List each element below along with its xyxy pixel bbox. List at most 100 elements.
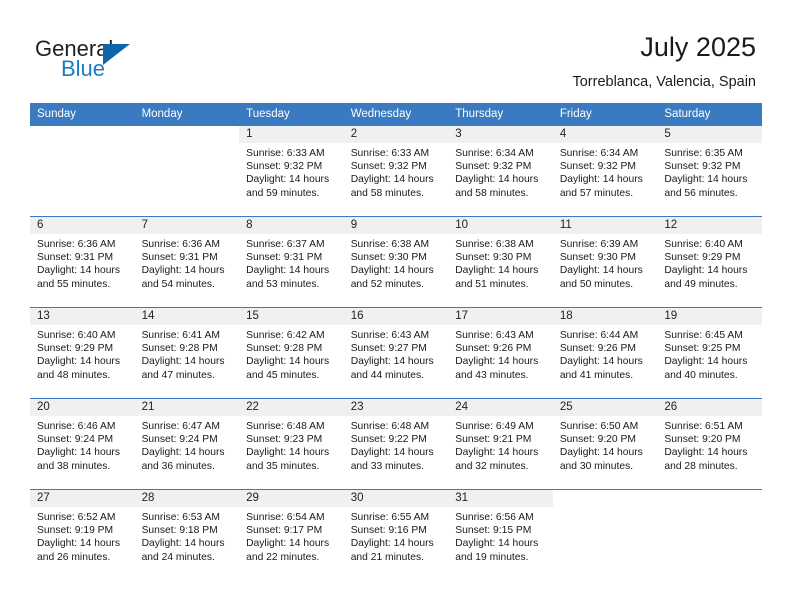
calendar-day-cell[interactable]: 4 Sunrise: 6:34 AM Sunset: 9:32 PM Daylight… — [552, 126, 658, 217]
day-cell-inner: 1 Sunrise: 6:33 AM Sunset: 9:32 PM Daylight… — [239, 126, 344, 216]
calendar-day-cell[interactable]: 6 Sunrise: 6:36 AM Sunset: 9:31 PM Daylight… — [30, 217, 135, 308]
weekday-header-friday: Friday — [552, 103, 658, 126]
sunrise-text: Sunrise: 6:38 AM — [455, 239, 534, 250]
calendar-week-row: 1 Sunrise: 6:33 AM Sunset: 9:32 PM Daylight… — [30, 126, 762, 217]
daylight-text: Daylight: 14 hours and 58 minutes. — [455, 174, 539, 199]
sunset-text: Sunset: 9:16 PM — [350, 525, 427, 537]
day-number — [135, 126, 240, 143]
calendar-day-cell[interactable]: 26 Sunrise: 6:51 AM Sunset: 9:20 PM Dayligh… — [657, 399, 762, 490]
day-details: Sunrise: 6:39 AM Sunset: 9:30 PM Daylight:… — [553, 234, 658, 291]
calendar-day-cell[interactable]: 13 Sunrise: 6:40 AM Sunset: 9:29 PM Dayligh… — [30, 308, 135, 399]
day-number: 14 — [134, 308, 240, 325]
daylight-text: Daylight: 14 hours and 49 minutes. — [664, 265, 748, 290]
calendar-day-cell[interactable]: 17 Sunrise: 6:43 AM Sunset: 9:26 PM Dayligh… — [448, 308, 553, 399]
sunset-text: Sunset: 9:20 PM — [664, 434, 741, 446]
calendar-day-cell[interactable]: 21 Sunrise: 6:47 AM Sunset: 9:24 PM Dayligh… — [134, 399, 240, 490]
sunrise-text: Sunrise: 6:40 AM — [37, 330, 116, 341]
calendar-day-cell[interactable]: 16 Sunrise: 6:43 AM Sunset: 9:27 PM Dayligh… — [343, 308, 449, 399]
calendar-day-cell[interactable]: 1 Sunrise: 6:33 AM Sunset: 9:32 PM Daylight… — [239, 126, 344, 217]
sunset-text: Sunset: 9:20 PM — [559, 434, 636, 446]
day-cell-inner: 5 Sunrise: 6:35 AM Sunset: 9:32 PM Daylight… — [657, 126, 762, 216]
sunrise-text: Sunrise: 6:48 AM — [350, 421, 430, 432]
day-details: Sunrise: 6:45 AM Sunset: 9:25 PM Daylight:… — [657, 325, 762, 382]
page-title: July 2025 — [640, 32, 756, 62]
calendar-day-cell[interactable]: 2 Sunrise: 6:33 AM Sunset: 9:32 PM Daylight… — [343, 126, 449, 217]
calendar-day-cell[interactable]: 8 Sunrise: 6:37 AM Sunset: 9:31 PM Daylight… — [239, 217, 344, 308]
calendar-day-cell[interactable]: 19 Sunrise: 6:45 AM Sunset: 9:25 PM Dayligh… — [657, 308, 762, 399]
day-cell-inner: 17 Sunrise: 6:43 AM Sunset: 9:26 PM Dayligh… — [448, 308, 553, 398]
sunset-text: Sunset: 9:24 PM — [141, 434, 218, 446]
day-cell-inner: 31 Sunrise: 6:56 AM Sunset: 9:15 PM Dayligh… — [448, 490, 553, 580]
sunrise-text: Sunrise: 6:37 AM — [246, 239, 325, 250]
sunset-text: Sunset: 9:26 PM — [559, 343, 636, 355]
calendar-day-cell[interactable]: 5 Sunrise: 6:35 AM Sunset: 9:32 PM Daylight… — [657, 126, 762, 217]
calendar-table: Sunday Monday Tuesday Wednesday Thursday… — [30, 103, 762, 580]
calendar-day-cell[interactable]: 11 Sunrise: 6:39 AM Sunset: 9:30 PM Dayligh… — [552, 217, 658, 308]
calendar-day-cell[interactable]: 7 Sunrise: 6:36 AM Sunset: 9:31 PM Daylight… — [134, 217, 240, 308]
day-number: 17 — [448, 308, 553, 325]
calendar-day-cell[interactable]: 14 Sunrise: 6:41 AM Sunset: 9:28 PM Dayligh… — [134, 308, 240, 399]
general-blue-logo[interactable]: General Blue — [35, 36, 165, 86]
sunrise-text: Sunrise: 6:44 AM — [559, 330, 639, 341]
day-number: 15 — [239, 308, 344, 325]
calendar-cell-empty — [657, 490, 762, 581]
day-cell-inner: 30 Sunrise: 6:55 AM Sunset: 9:16 PM Dayligh… — [343, 490, 449, 580]
sunset-text: Sunset: 9:21 PM — [455, 434, 532, 446]
day-cell-inner: 9 Sunrise: 6:38 AM Sunset: 9:30 PM Daylight… — [343, 217, 449, 307]
day-number: 30 — [343, 490, 449, 507]
day-cell-inner: 18 Sunrise: 6:44 AM Sunset: 9:26 PM Dayligh… — [552, 308, 658, 398]
day-cell-inner: 27 Sunrise: 6:52 AM Sunset: 9:19 PM Dayligh… — [30, 490, 135, 580]
day-cell-inner: 11 Sunrise: 6:39 AM Sunset: 9:30 PM Dayligh… — [552, 217, 658, 307]
day-details: Sunrise: 6:34 AM Sunset: 9:32 PM Daylight:… — [448, 143, 553, 200]
calendar-day-cell[interactable]: 27 Sunrise: 6:52 AM Sunset: 9:19 PM Dayligh… — [30, 490, 135, 581]
day-number: 13 — [30, 308, 135, 325]
calendar-day-cell[interactable]: 20 Sunrise: 6:46 AM Sunset: 9:24 PM Dayligh… — [30, 399, 135, 490]
day-number: 20 — [30, 399, 135, 416]
weekday-header-saturday: Saturday — [657, 103, 762, 126]
daylight-text: Daylight: 14 hours and 59 minutes. — [246, 174, 330, 199]
sunset-text: Sunset: 9:32 PM — [455, 161, 532, 173]
calendar-day-cell[interactable]: 30 Sunrise: 6:55 AM Sunset: 9:16 PM Dayligh… — [343, 490, 449, 581]
calendar-day-cell[interactable]: 12 Sunrise: 6:40 AM Sunset: 9:29 PM Dayligh… — [657, 217, 762, 308]
weekday-header-thursday: Thursday — [448, 103, 553, 126]
daylight-text: Daylight: 14 hours and 26 minutes. — [37, 538, 120, 563]
calendar-day-cell[interactable]: 3 Sunrise: 6:34 AM Sunset: 9:32 PM Daylight… — [448, 126, 553, 217]
calendar-day-cell[interactable]: 31 Sunrise: 6:56 AM Sunset: 9:15 PM Dayligh… — [448, 490, 553, 581]
daylight-text: Daylight: 14 hours and 36 minutes. — [141, 447, 225, 472]
calendar-day-cell[interactable]: 25 Sunrise: 6:50 AM Sunset: 9:20 PM Dayligh… — [552, 399, 658, 490]
calendar-day-cell[interactable]: 10 Sunrise: 6:38 AM Sunset: 9:30 PM Dayligh… — [448, 217, 553, 308]
calendar-day-cell[interactable]: 9 Sunrise: 6:38 AM Sunset: 9:30 PM Daylight… — [343, 217, 449, 308]
sunset-text: Sunset: 9:22 PM — [350, 434, 427, 446]
day-cell-inner: 29 Sunrise: 6:54 AM Sunset: 9:17 PM Dayligh… — [239, 490, 344, 580]
sunset-text: Sunset: 9:15 PM — [455, 525, 532, 537]
calendar-day-cell[interactable]: 29 Sunrise: 6:54 AM Sunset: 9:17 PM Dayligh… — [239, 490, 344, 581]
sunrise-text: Sunrise: 6:39 AM — [559, 239, 639, 250]
weekday-header-sunday: Sunday — [30, 103, 135, 126]
daylight-text: Daylight: 14 hours and 58 minutes. — [350, 174, 434, 199]
sunset-text: Sunset: 9:24 PM — [37, 434, 114, 446]
sunrise-text: Sunrise: 6:42 AM — [246, 330, 325, 341]
calendar-day-cell[interactable]: 22 Sunrise: 6:48 AM Sunset: 9:23 PM Dayligh… — [239, 399, 344, 490]
sunset-text: Sunset: 9:28 PM — [141, 343, 218, 355]
calendar-body: 1 Sunrise: 6:33 AM Sunset: 9:32 PM Daylight… — [30, 126, 762, 580]
sunset-text: Sunset: 9:28 PM — [246, 343, 323, 355]
calendar-day-cell[interactable]: 15 Sunrise: 6:42 AM Sunset: 9:28 PM Dayligh… — [239, 308, 344, 399]
day-number: 8 — [239, 217, 344, 234]
sunset-text: Sunset: 9:32 PM — [246, 161, 323, 173]
day-number: 31 — [448, 490, 553, 507]
day-number: 21 — [134, 399, 240, 416]
sunrise-text: Sunrise: 6:34 AM — [559, 148, 639, 159]
day-number: 5 — [657, 126, 762, 143]
day-details: Sunrise: 6:37 AM Sunset: 9:31 PM Daylight:… — [239, 234, 344, 291]
day-cell-inner: 23 Sunrise: 6:48 AM Sunset: 9:22 PM Dayligh… — [343, 399, 449, 489]
sunset-text: Sunset: 9:19 PM — [37, 525, 114, 537]
day-number: 11 — [552, 217, 658, 234]
calendar-day-cell[interactable]: 24 Sunrise: 6:49 AM Sunset: 9:21 PM Dayligh… — [448, 399, 553, 490]
sunset-text: Sunset: 9:31 PM — [141, 252, 218, 264]
day-cell-inner: 2 Sunrise: 6:33 AM Sunset: 9:32 PM Daylight… — [343, 126, 449, 216]
calendar-day-cell[interactable]: 28 Sunrise: 6:53 AM Sunset: 9:18 PM Dayligh… — [134, 490, 240, 581]
calendar-day-cell[interactable]: 23 Sunrise: 6:48 AM Sunset: 9:22 PM Dayligh… — [343, 399, 449, 490]
sunrise-text: Sunrise: 6:55 AM — [350, 512, 430, 523]
calendar-week-row: 27 Sunrise: 6:52 AM Sunset: 9:19 PM Dayligh… — [30, 489, 762, 581]
calendar-day-cell[interactable]: 18 Sunrise: 6:44 AM Sunset: 9:26 PM Dayligh… — [552, 308, 658, 399]
